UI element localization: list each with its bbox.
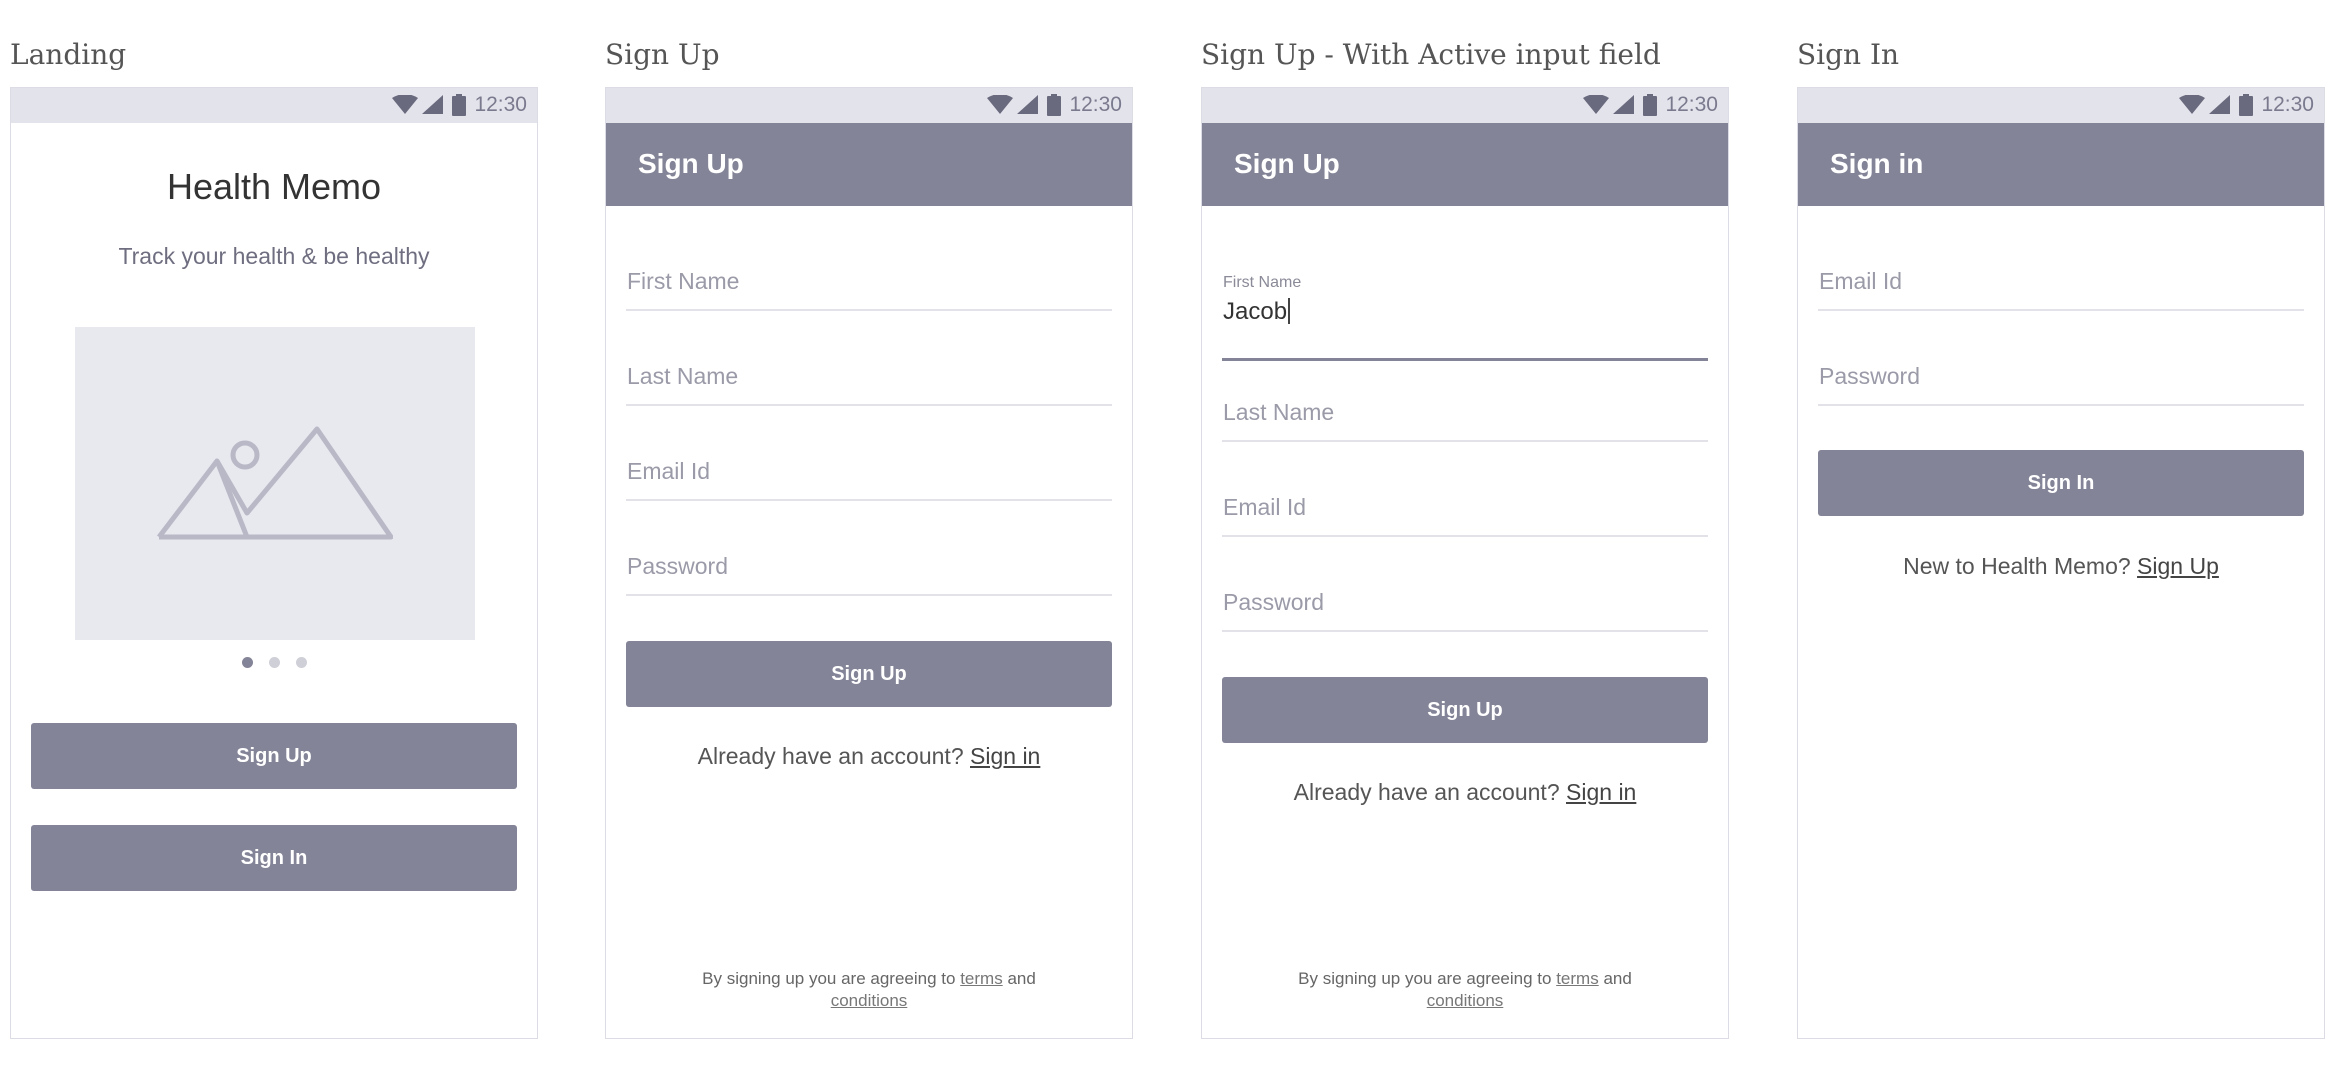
wifi-icon: [987, 95, 1014, 114]
cellular-signal-icon: [422, 95, 444, 114]
password-field[interactable]: Password: [626, 536, 1112, 596]
first-name-field-active[interactable]: First Name Jacob: [1222, 274, 1708, 361]
password-placeholder: Password: [1819, 363, 1920, 389]
app-bar: Sign Up: [606, 123, 1132, 206]
status-icons: 12:30: [987, 94, 1122, 116]
board-caption: Sign Up: [605, 38, 720, 71]
battery-icon: [1643, 94, 1658, 116]
first-name-floating-label: First Name: [1223, 274, 1302, 291]
terms-link[interactable]: terms: [960, 969, 1003, 988]
first-name-field[interactable]: First Name: [626, 251, 1112, 311]
sign-up-submit-button[interactable]: Sign Up: [1222, 677, 1708, 743]
password-placeholder: Password: [627, 553, 728, 579]
terms-notice: By signing up you are agreeing to terms …: [666, 968, 1072, 1012]
first-name-placeholder: First Name: [627, 268, 740, 294]
battery-icon: [2239, 94, 2254, 116]
cellular-signal-icon: [1613, 95, 1635, 114]
sign-up-link[interactable]: Sign Up: [2137, 553, 2219, 579]
board-sign-in: Sign In 12:30 Sign in Email Id Password …: [1797, 0, 2325, 1066]
phone-screen-landing: 12:30 Health Memo Track your health & be…: [10, 87, 538, 1039]
first-name-value: Jacob: [1223, 298, 1288, 325]
terms-and: and: [1007, 969, 1036, 988]
account-prompt: Already have an account?: [697, 743, 964, 769]
status-time: 12:30: [2261, 93, 2314, 116]
cellular-signal-icon: [2209, 95, 2231, 114]
status-icons: 12:30: [1583, 94, 1718, 116]
account-prompt: Already have an account?: [1293, 779, 1560, 805]
account-prompt-row: Already have an account? Sign in: [606, 743, 1132, 770]
terms-notice: By signing up you are agreeing to terms …: [1262, 968, 1668, 1012]
password-placeholder: Password: [1223, 589, 1324, 615]
status-bar: 12:30: [606, 88, 1132, 123]
sign-in-button[interactable]: Sign In: [31, 825, 517, 891]
sign-in-link[interactable]: Sign in: [1566, 779, 1636, 805]
new-user-prompt-row: New to Health Memo? Sign Up: [1798, 553, 2324, 580]
status-bar: 12:30: [1202, 88, 1728, 123]
board-sign-up-active: Sign Up - With Active input field 12:30 …: [1201, 0, 1729, 1066]
battery-icon: [1047, 94, 1062, 116]
status-time: 12:30: [474, 93, 527, 116]
cellular-signal-icon: [1017, 95, 1039, 114]
password-field[interactable]: Password: [1222, 572, 1708, 632]
board-caption: Landing: [10, 38, 127, 71]
board-sign-up: Sign Up 12:30 Sign Up First Name Last Na…: [605, 0, 1133, 1066]
hero-image-placeholder: [75, 327, 475, 640]
phone-screen-sign-up: 12:30 Sign Up First Name Last Name Email…: [605, 87, 1133, 1039]
app-title: Health Memo: [166, 166, 382, 207]
carousel-dot-2[interactable]: [268, 657, 280, 668]
terms-prefix: By signing up you are agreeing to: [702, 969, 956, 988]
battery-icon: [452, 94, 467, 116]
board-landing: Landing 12:30 Health Memo Track your hea…: [10, 0, 538, 1066]
board-caption: Sign Up - With Active input field: [1201, 38, 1661, 71]
phone-screen-sign-in: 12:30 Sign in Email Id Password Sign In …: [1797, 87, 2325, 1039]
email-field[interactable]: Email Id: [626, 441, 1112, 501]
wifi-icon: [2179, 95, 2206, 114]
status-bar: 12:30: [1798, 88, 2324, 123]
status-time: 12:30: [1069, 93, 1122, 116]
status-bar: 12:30: [11, 88, 537, 123]
app-tagline: Track your health & be healthy: [118, 243, 430, 269]
carousel-indicator: [11, 657, 537, 668]
email-field[interactable]: Email Id: [1222, 477, 1708, 537]
last-name-field[interactable]: Last Name: [626, 346, 1112, 406]
sign-up-button[interactable]: Sign Up: [31, 723, 517, 789]
board-caption: Sign In: [1797, 38, 1900, 71]
terms-prefix: By signing up you are agreeing to: [1298, 969, 1552, 988]
account-prompt-row: Already have an account? Sign in: [1202, 779, 1728, 806]
app-bar-title: Sign Up: [1234, 148, 1340, 179]
email-placeholder: Email Id: [1223, 494, 1307, 520]
last-name-field[interactable]: Last Name: [1222, 382, 1708, 442]
terms-and: and: [1603, 969, 1632, 988]
status-time: 12:30: [1665, 93, 1718, 116]
wifi-icon: [1583, 95, 1610, 114]
app-bar: Sign in: [1798, 123, 2324, 206]
email-placeholder: Email Id: [627, 458, 711, 484]
conditions-link[interactable]: conditions: [1427, 991, 1504, 1010]
password-field[interactable]: Password: [1818, 346, 2304, 406]
text-caret: [1288, 298, 1291, 324]
terms-link[interactable]: terms: [1556, 969, 1599, 988]
last-name-placeholder: Last Name: [627, 363, 739, 389]
app-bar-title: Sign Up: [638, 148, 744, 179]
sign-up-submit-button[interactable]: Sign Up: [626, 641, 1112, 707]
app-bar-title: Sign in: [1830, 148, 1924, 179]
conditions-link[interactable]: conditions: [831, 991, 908, 1010]
email-placeholder: Email Id: [1819, 268, 1903, 294]
image-placeholder-icon: [157, 426, 393, 540]
sign-in-submit-button[interactable]: Sign In: [1818, 450, 2304, 516]
app-bar: Sign Up: [1202, 123, 1728, 206]
last-name-placeholder: Last Name: [1223, 399, 1335, 425]
carousel-dot-1[interactable]: [241, 657, 253, 668]
phone-screen-sign-up-active: 12:30 Sign Up First Name Jacob Last Name…: [1201, 87, 1729, 1039]
sign-in-link[interactable]: Sign in: [970, 743, 1040, 769]
status-icons: 12:30: [2179, 94, 2314, 116]
status-icons: 12:30: [392, 94, 527, 116]
first-name-value-wrap: Jacob: [1223, 298, 1291, 326]
carousel-dot-3[interactable]: [295, 657, 307, 668]
new-user-prompt: New to Health Memo?: [1903, 553, 2131, 579]
email-field[interactable]: Email Id: [1818, 251, 2304, 311]
wifi-icon: [392, 95, 419, 114]
